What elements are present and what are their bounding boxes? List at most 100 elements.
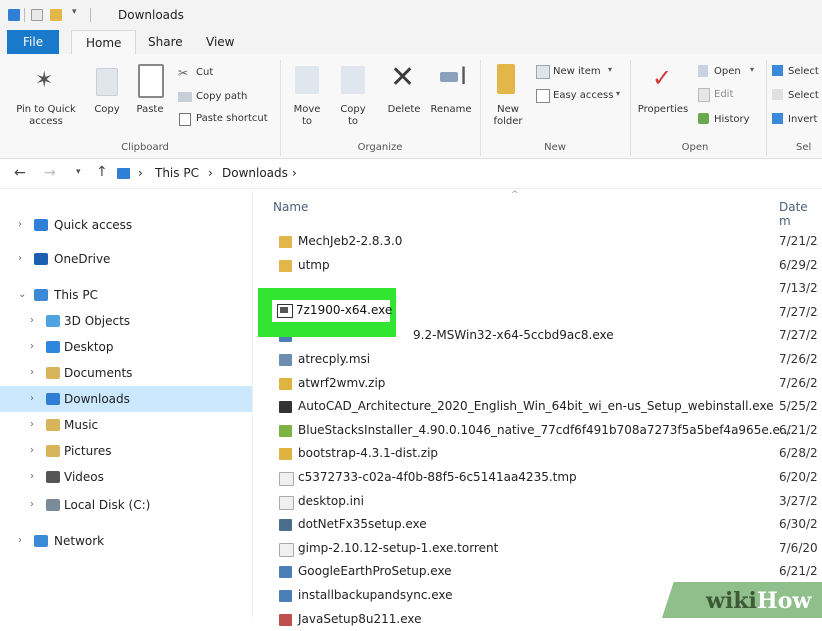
sidebar-item-quick-access[interactable]: › Quick access (0, 212, 252, 238)
tab-file[interactable]: File (7, 30, 60, 54)
tab-home[interactable]: Home (71, 30, 137, 55)
file-name: installbackupandsync.exe (298, 588, 453, 602)
chevron-right-icon[interactable]: › (30, 438, 34, 464)
cut-button[interactable]: ✂ Cut (178, 66, 268, 82)
history-button[interactable]: History (698, 112, 764, 128)
chevron-right-icon[interactable]: › (30, 412, 34, 438)
delete-button[interactable]: ✕ Delete (382, 60, 426, 138)
copy-to-label: Copy to (340, 104, 366, 127)
file-row[interactable]: AutoCAD_Architecture_2020_English_Win_64… (253, 395, 822, 419)
file-row[interactable]: c5372733-c02a-4f0b-88f5-6c5141aa4235.tmp… (253, 466, 822, 490)
rename-button[interactable]: I Rename (428, 62, 474, 138)
file-icon (279, 472, 294, 486)
chevron-right-icon[interactable]: › (30, 334, 34, 360)
file-row[interactable]: MechJeb2-2.8.3.0 7/21/2 (253, 230, 822, 254)
breadcrumb-downloads[interactable]: Downloads (222, 166, 288, 180)
invert-selection-icon (772, 113, 783, 124)
sidebar-item-label: Videos (64, 470, 104, 484)
properties-button[interactable]: ✓ Properties (634, 62, 692, 138)
sidebar-item-music[interactable]: › Music (0, 412, 252, 438)
file-row[interactable]: atrecply.msi 7/26/2 (253, 348, 822, 372)
file-date: 7/21/2 (779, 234, 818, 248)
sidebar-item-desktop[interactable]: › Desktop (0, 334, 252, 360)
move-to-button[interactable]: Move to (286, 62, 328, 138)
new-item-button[interactable]: New item ▾ (536, 64, 626, 80)
setup-icon (279, 590, 292, 602)
file-date: 6/30/2 (779, 517, 818, 532)
chevron-right-icon[interactable]: › (18, 528, 22, 554)
sidebar-item-3d-objects[interactable]: › 3D Objects (0, 308, 252, 334)
pin-to-quick-access-button[interactable]: ✶ Pin to Quick access (8, 62, 84, 132)
select-all-button[interactable]: Select (772, 64, 822, 80)
file-name: dotNetFx35setup.exe (298, 517, 427, 532)
chevron-down-icon[interactable]: ▾ (72, 7, 77, 17)
sidebar-item-documents[interactable]: › Documents (0, 360, 252, 386)
sidebar-item-this-pc[interactable]: ⌄ This PC (0, 282, 252, 308)
chevron-right-icon[interactable]: › (30, 308, 34, 334)
breadcrumb-this-pc[interactable]: This PC (155, 166, 199, 180)
sidebar-item-videos[interactable]: › Videos (0, 464, 252, 490)
sidebar-item-pictures[interactable]: › Pictures (0, 438, 252, 464)
tab-share[interactable]: Share (134, 30, 197, 54)
back-arrow-icon[interactable]: ← (14, 165, 26, 181)
file-row[interactable]: bootstrap-4.3.1-dist.zip 6/28/2 (253, 442, 822, 466)
file-row[interactable]: utmp 6/29/2 (253, 254, 822, 278)
easy-access-button[interactable]: Easy access ▾ (536, 88, 626, 104)
select-none-icon (772, 89, 783, 100)
sidebar-item-label: Local Disk (C:) (64, 498, 151, 512)
chevron-down-icon[interactable]: ⌄ (18, 282, 26, 308)
recent-locations-icon[interactable]: ▾ (76, 167, 81, 177)
file-row[interactable]: gimp-2.10.12-setup-1.exe.torrent 7/6/20 (253, 537, 822, 561)
open-button[interactable]: Open ▾ (698, 64, 764, 80)
chevron-right-icon[interactable]: › (30, 464, 34, 490)
chevron-right-icon[interactable]: › (18, 212, 22, 238)
chevron-down-icon: ▾ (750, 65, 755, 74)
properties-icon[interactable] (31, 9, 43, 21)
paste-shortcut-label: Paste shortcut (196, 113, 268, 124)
file-row[interactable]: atwrf2wmv.zip 7/26/2 (253, 372, 822, 396)
sidebar-item-onedrive[interactable]: › OneDrive (0, 246, 252, 272)
file-row[interactable]: dotNetFx35setup.exe 6/30/2 (253, 513, 822, 537)
select-none-button[interactable]: Select (772, 88, 822, 104)
new-folder-button[interactable]: New folder (486, 62, 530, 138)
copy-button[interactable]: Copy (88, 62, 126, 132)
file-name: utmp (298, 257, 330, 272)
new-folder-icon[interactable] (50, 9, 62, 21)
paste-button[interactable]: Paste (130, 62, 170, 132)
highlighted-file-name[interactable]: 7z1900-x64.exe (296, 303, 392, 317)
up-arrow-icon[interactable]: ↑ (96, 164, 108, 180)
separator (24, 8, 25, 22)
sidebar-item-local-disk-c[interactable]: › Local Disk (C:) (0, 492, 252, 518)
file-row[interactable]: GoogleEarthProSetup.exe 6/21/2 (253, 560, 822, 584)
sidebar-item-network[interactable]: › Network (0, 528, 252, 554)
delete-icon: ✕ (390, 60, 416, 95)
chevron-right-icon[interactable]: › (30, 492, 34, 518)
sidebar-item-label: Desktop (64, 340, 114, 354)
sidebar-item-label: Quick access (54, 218, 133, 232)
column-header-date[interactable]: Date m (779, 200, 822, 228)
edit-button[interactable]: Edit (698, 87, 764, 103)
invert-selection-button[interactable]: Invert (772, 112, 822, 128)
file-name: MechJeb2-2.8.3.0 (298, 234, 403, 248)
chevron-right-icon[interactable]: › (30, 386, 34, 412)
documents-icon (46, 367, 60, 379)
copy-to-icon (341, 66, 365, 94)
sidebar-item-downloads[interactable]: › Downloads (0, 386, 252, 412)
copy-to-button[interactable]: Copy to (332, 62, 374, 138)
paste-shortcut-button[interactable]: Paste shortcut (178, 112, 276, 128)
move-icon (295, 66, 319, 94)
chevron-right-icon[interactable]: › (18, 246, 22, 272)
chevron-right-icon[interactable]: › (30, 360, 34, 386)
scissors-icon: ✂ (178, 66, 189, 80)
file-row[interactable]: desktop.ini 3/27/2 (253, 490, 822, 514)
column-header-name[interactable]: Name (273, 200, 308, 214)
file-date: 7/26/2 (779, 375, 818, 390)
downloads-icon (46, 393, 60, 405)
file-name: GoogleEarthProSetup.exe (298, 564, 452, 579)
copy-path-button[interactable]: Copy path (178, 90, 268, 106)
forward-arrow-icon[interactable]: → (44, 165, 56, 181)
cloud-icon (34, 253, 48, 265)
tab-view[interactable]: View (192, 30, 248, 54)
sidebar-item-label: Documents (64, 366, 133, 380)
file-row[interactable]: BlueStacksInstaller_4.90.0.1046_native_7… (253, 419, 822, 443)
